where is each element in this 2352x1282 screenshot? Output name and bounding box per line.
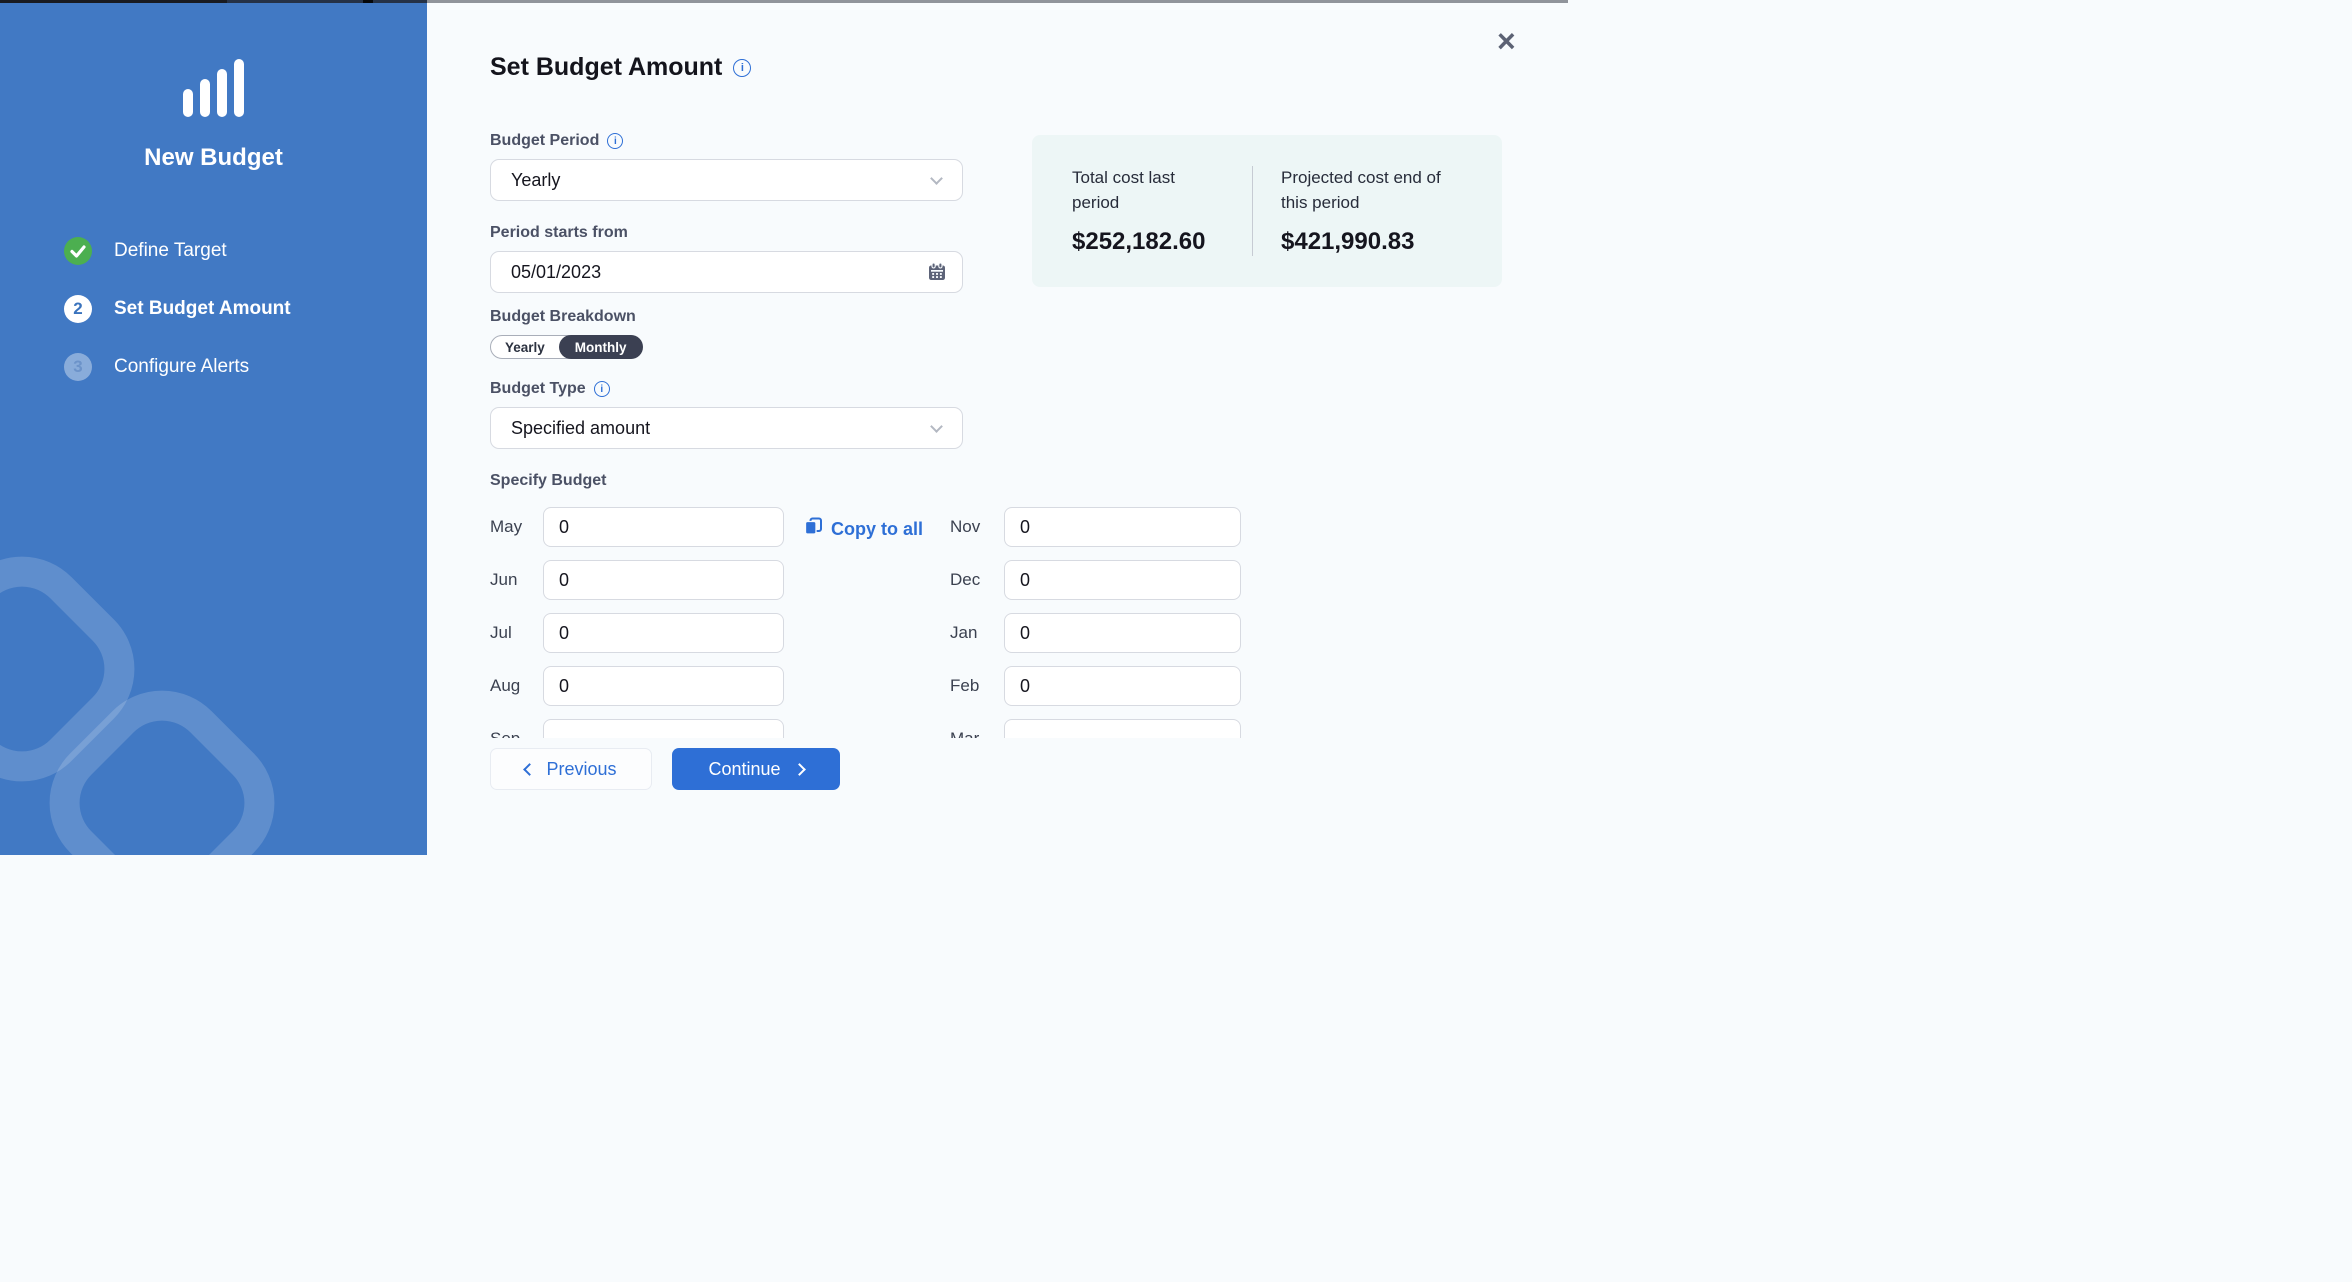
specify-budget-label: Specify Budget xyxy=(490,472,606,490)
budget-month-row: Mar xyxy=(950,719,1241,738)
wizard-sidebar: New Budget Define Target 2 Set Budget Am… xyxy=(0,3,427,855)
cost-summary-card: Total cost last period $252,182.60 Proje… xyxy=(1032,135,1502,287)
budget-month-row: Jun xyxy=(490,560,784,600)
step-number-badge: 2 xyxy=(64,295,92,323)
month-amount-input[interactable] xyxy=(1004,666,1241,706)
wizard-title: New Budget xyxy=(0,144,427,172)
step-define-target[interactable]: Define Target xyxy=(64,237,291,265)
page-title: Set Budget Amount i xyxy=(490,53,751,82)
step-configure-alerts[interactable]: 3 Configure Alerts xyxy=(64,353,291,381)
budget-type-field: Budget Type i Specified amount xyxy=(490,380,963,449)
budget-breakdown-field: Budget Breakdown Yearly Monthly xyxy=(490,308,642,359)
continue-button[interactable]: Continue xyxy=(672,748,840,790)
budget-month-row: Feb xyxy=(950,666,1241,706)
month-label: May xyxy=(490,517,543,537)
copy-icon xyxy=(804,517,823,541)
toggle-option-yearly[interactable]: Yearly xyxy=(491,337,559,358)
budget-month-row: Jul xyxy=(490,613,784,653)
month-amount-input[interactable] xyxy=(543,666,784,706)
month-amount-input[interactable] xyxy=(543,719,784,738)
month-label: Jan xyxy=(950,623,1004,643)
step-set-budget-amount[interactable]: 2 Set Budget Amount xyxy=(64,295,291,323)
budget-month-row: Aug xyxy=(490,666,784,706)
month-label: Mar xyxy=(950,729,1004,738)
month-amount-input[interactable] xyxy=(543,613,784,653)
month-label: Aug xyxy=(490,676,543,696)
bar-chart-logo-icon xyxy=(0,59,427,117)
period-start-date-box xyxy=(490,251,963,293)
summary-value: $252,182.60 xyxy=(1072,228,1226,256)
budget-period-label: Budget Period i xyxy=(490,132,963,150)
chevron-down-icon xyxy=(930,172,943,185)
budget-type-label: Budget Type i xyxy=(490,380,963,398)
toggle-option-monthly[interactable]: Monthly xyxy=(559,335,643,359)
month-amount-input[interactable] xyxy=(1004,507,1241,547)
calendar-icon[interactable] xyxy=(927,262,947,287)
budget-breakdown-toggle: Yearly Monthly xyxy=(490,335,642,359)
budget-month-row: May xyxy=(490,507,784,547)
budget-month-row: Nov xyxy=(950,507,1241,547)
page-title-text: Set Budget Amount xyxy=(490,53,722,82)
period-start-date-input[interactable] xyxy=(511,262,942,283)
period-start-field: Period starts from xyxy=(490,224,963,293)
budget-breakdown-label: Budget Breakdown xyxy=(490,308,642,326)
month-column-left: May Jun Jul Aug Sep xyxy=(490,507,784,738)
month-amount-input[interactable] xyxy=(1004,719,1241,738)
budget-month-row: Dec xyxy=(950,560,1241,600)
budget-type-value: Specified amount xyxy=(511,418,650,439)
budget-month-row: Sep xyxy=(490,719,784,738)
month-label: Jul xyxy=(490,623,543,643)
chevron-down-icon xyxy=(930,420,943,433)
step-label: Configure Alerts xyxy=(114,356,249,378)
step-label: Set Budget Amount xyxy=(114,298,291,320)
step-label: Define Target xyxy=(114,240,227,262)
month-label: Feb xyxy=(950,676,1004,696)
month-label: Sep xyxy=(490,729,543,738)
window-top-edge xyxy=(0,0,1568,3)
info-icon[interactable]: i xyxy=(594,381,610,397)
info-icon[interactable]: i xyxy=(733,59,751,77)
month-amount-input[interactable] xyxy=(543,560,784,600)
copy-to-all-button[interactable]: Copy to all xyxy=(798,516,929,542)
month-amount-input[interactable] xyxy=(1004,613,1241,653)
period-start-label: Period starts from xyxy=(490,224,963,242)
summary-label: Total cost last period xyxy=(1072,166,1226,215)
budget-month-row: Jan xyxy=(950,613,1241,653)
step-number-badge: 3 xyxy=(64,353,92,381)
month-amount-input[interactable] xyxy=(1004,560,1241,600)
month-label: Nov xyxy=(950,517,1004,537)
projected-cost-this-period: Projected cost end of this period $421,9… xyxy=(1252,166,1462,256)
month-column-right: Nov Dec Jan Feb Mar xyxy=(950,507,1241,738)
budget-period-select[interactable]: Yearly xyxy=(490,159,963,201)
month-label: Dec xyxy=(950,570,1004,590)
summary-value: $421,990.83 xyxy=(1281,228,1462,256)
budget-period-field: Budget Period i Yearly xyxy=(490,132,963,201)
chevron-left-icon xyxy=(524,763,537,776)
budget-type-select[interactable]: Specified amount xyxy=(490,407,963,449)
info-icon[interactable]: i xyxy=(607,133,623,149)
monthly-budget-grid: May Jun Jul Aug Sep Copy to all Nov Dec Jan Feb… xyxy=(490,507,1250,738)
month-amount-input[interactable] xyxy=(543,507,784,547)
copy-to-all-label: Copy to all xyxy=(831,519,923,540)
budget-period-value: Yearly xyxy=(511,170,560,191)
summary-label: Projected cost end of this period xyxy=(1281,166,1462,215)
total-cost-last-period: Total cost last period $252,182.60 xyxy=(1072,166,1252,256)
previous-button[interactable]: Previous xyxy=(490,748,652,790)
modal-content: × Set Budget Amount i Total cost last pe… xyxy=(427,3,1568,855)
month-label: Jun xyxy=(490,570,543,590)
wizard-footer: Previous Continue xyxy=(490,748,840,790)
close-icon[interactable]: × xyxy=(1495,23,1518,59)
check-icon xyxy=(64,237,92,265)
wizard-steps: Define Target 2 Set Budget Amount 3 Conf… xyxy=(64,237,291,381)
chevron-right-icon xyxy=(793,763,806,776)
